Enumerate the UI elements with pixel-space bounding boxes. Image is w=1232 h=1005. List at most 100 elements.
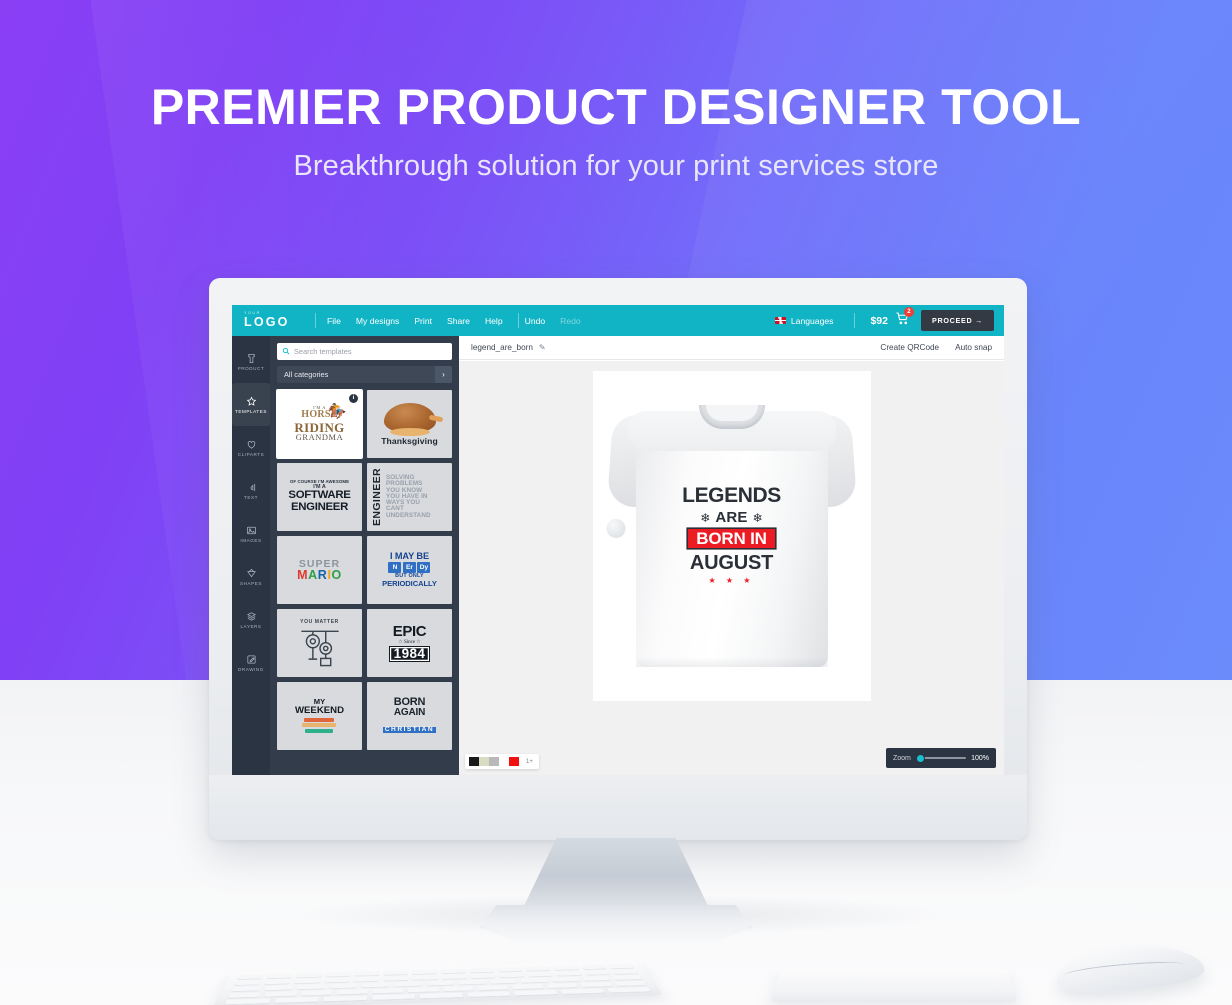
shapes-icon	[246, 568, 256, 577]
pencil-icon[interactable]: ✎	[539, 343, 546, 352]
sidebar-item-cliparts[interactable]: CLIPARTS	[232, 426, 270, 469]
sidebar-item-images[interactable]: IMAGES	[232, 512, 270, 555]
keyboard-key	[296, 972, 323, 978]
swatch-white[interactable]	[499, 757, 509, 766]
template-item-born-again-christian[interactable]: BORN AGAIN CHRISTIAN	[367, 682, 452, 750]
keyboard-key	[264, 991, 298, 998]
page-title: PREMIER PRODUCT DESIGNER TOOL	[150, 79, 1082, 135]
template-item-horse-riding-grandma[interactable]: i 🏇 I'M A HORSE RIDING GRANDMA	[276, 389, 363, 459]
redo-button[interactable]: Redo	[560, 316, 581, 326]
sidebar-item-product[interactable]: PRODUCT	[232, 340, 270, 383]
menu-help[interactable]: Help	[485, 316, 503, 326]
search-input[interactable]: Search templates	[277, 343, 452, 360]
zoom-slider-handle[interactable]	[915, 753, 925, 763]
template-line: WEEKEND	[294, 705, 345, 717]
template-item-you-matter[interactable]: YOU MATTER	[277, 609, 362, 677]
keyboard-key	[419, 992, 464, 999]
category-select[interactable]: All categories ›	[277, 366, 452, 383]
layers-icon	[246, 611, 256, 621]
template-item-epic-since-1984[interactable]: EPIC ☆ Since ☆ 1984	[367, 609, 452, 677]
color-swatches[interactable]: 1+	[465, 754, 539, 769]
image-icon	[246, 526, 256, 534]
keyboard-key	[497, 967, 523, 973]
template-line: UNDERSTAND	[386, 511, 431, 519]
keyboard-key	[383, 970, 409, 976]
element-tile: N	[388, 562, 402, 574]
template-item-engineer-solving[interactable]: ENGINEER SOLVING PROBLEMS YOU KNOW YOU H…	[367, 463, 452, 531]
auto-snap-button[interactable]: Auto snap	[955, 343, 992, 352]
template-item-my-weekend[interactable]: MY WEEKEND	[277, 682, 362, 750]
languages-button[interactable]: Languages	[791, 316, 834, 326]
template-line: ☆ Since ☆	[398, 640, 421, 645]
design-artwork[interactable]: LEGENDS ❄ ARE ❄ BORN IN AUGUST ★ ★ ★	[662, 485, 802, 585]
keyboard-key	[354, 971, 380, 977]
keyboard-key	[555, 971, 582, 977]
sidebar-item-templates[interactable]: TEMPLATES	[232, 383, 270, 426]
keyboard-key	[608, 964, 635, 969]
menu-file[interactable]: File	[327, 316, 341, 326]
undo-button[interactable]: Undo	[525, 316, 546, 326]
keyboard-key	[324, 977, 350, 983]
cart-total: $92	[870, 314, 888, 327]
artboard[interactable]: LEGENDS ❄ ARE ❄ BORN IN AUGUST ★ ★ ★	[592, 371, 871, 701]
design-line-3: BORN IN	[688, 529, 775, 548]
info-badge-icon[interactable]: i	[349, 394, 358, 403]
keyboard-key	[580, 981, 613, 988]
swatch-beige[interactable]	[479, 757, 489, 766]
swatch-more-label[interactable]: 1+	[526, 759, 535, 765]
cart-button[interactable]: 2	[896, 306, 914, 330]
keyboard-key	[394, 981, 422, 987]
keyboard-key	[457, 979, 486, 985]
design-file-name[interactable]: legend_are_born	[471, 343, 533, 352]
keyboard-key	[273, 997, 320, 1004]
zoom-label: Zoom	[893, 754, 911, 762]
pulley-icon	[300, 630, 339, 667]
chevron-right-icon[interactable]: ›	[435, 366, 452, 383]
template-item-software-engineer[interactable]: OF COURSE I'M AWESOME I'M A SOFTWARE ENG…	[277, 463, 362, 531]
sidebar-item-templates-label: TEMPLATES	[235, 408, 267, 414]
monitor-screen: YOUR LOGO File My designs Print Share He…	[232, 305, 1004, 775]
swatch-black[interactable]	[469, 757, 479, 766]
keyboard-key	[336, 989, 369, 995]
create-qrcode-button[interactable]: Create QRCode	[880, 343, 939, 352]
keyboard-key	[498, 972, 525, 978]
app-logo[interactable]: YOUR LOGO	[244, 312, 304, 328]
keyboard-key	[582, 976, 612, 982]
sidebar-item-images-label: IMAGES	[240, 537, 262, 543]
template-item-super-mario[interactable]: SUPER MARIO	[277, 536, 362, 604]
zoom-control[interactable]: Zoom 100%	[886, 748, 996, 768]
keyboard-key	[362, 982, 390, 988]
keyboard-key	[325, 972, 351, 978]
keyboard-key	[520, 977, 549, 984]
sidebar-item-text[interactable]: TEXT	[232, 469, 270, 512]
keyboard-key	[546, 982, 579, 989]
swatch-grey[interactable]	[489, 757, 499, 766]
menu-share[interactable]: Share	[447, 316, 470, 326]
monitor-stand-base	[480, 905, 752, 941]
tshirt-hem	[635, 657, 828, 667]
keyboard-key	[551, 976, 581, 983]
sidebar-item-drawing[interactable]: DRAWING	[232, 641, 270, 684]
sidebar-item-layers-label: LAYERS	[240, 623, 262, 629]
keyboard-key	[383, 976, 409, 982]
category-label: All categories	[284, 370, 329, 379]
zoom-slider[interactable]	[915, 753, 967, 763]
template-item-thanksgiving[interactable]: Thanksgiving	[367, 390, 452, 458]
keyboard-key	[611, 969, 639, 975]
keyboard-key	[442, 986, 474, 992]
turkey-icon	[383, 402, 436, 436]
template-item-nerdy-periodically[interactable]: I MAY BE N Er Dy BUT ONLY PERIODICALLY	[367, 536, 452, 604]
menu-print[interactable]: Print	[414, 316, 432, 326]
template-grid: i 🏇 I'M A HORSE RIDING GRANDMA Thanksgiv…	[276, 389, 452, 750]
keyboard-key	[580, 964, 607, 970]
uk-flag-icon	[774, 316, 786, 325]
keyboard-key	[614, 980, 647, 987]
keyboard-key	[234, 980, 262, 986]
canvas-stage[interactable]: LEGENDS ❄ ARE ❄ BORN IN AUGUST ★ ★ ★ 1+ …	[459, 361, 1004, 775]
proceed-button[interactable]: PROCEED →	[920, 310, 994, 331]
swatch-red[interactable]	[509, 757, 519, 766]
sidebar-item-layers[interactable]: LAYERS	[232, 598, 270, 641]
keyboard-key	[266, 973, 294, 979]
sidebar-item-shapes[interactable]: SHAPES	[232, 555, 270, 598]
menu-my-designs[interactable]: My designs	[356, 316, 399, 326]
